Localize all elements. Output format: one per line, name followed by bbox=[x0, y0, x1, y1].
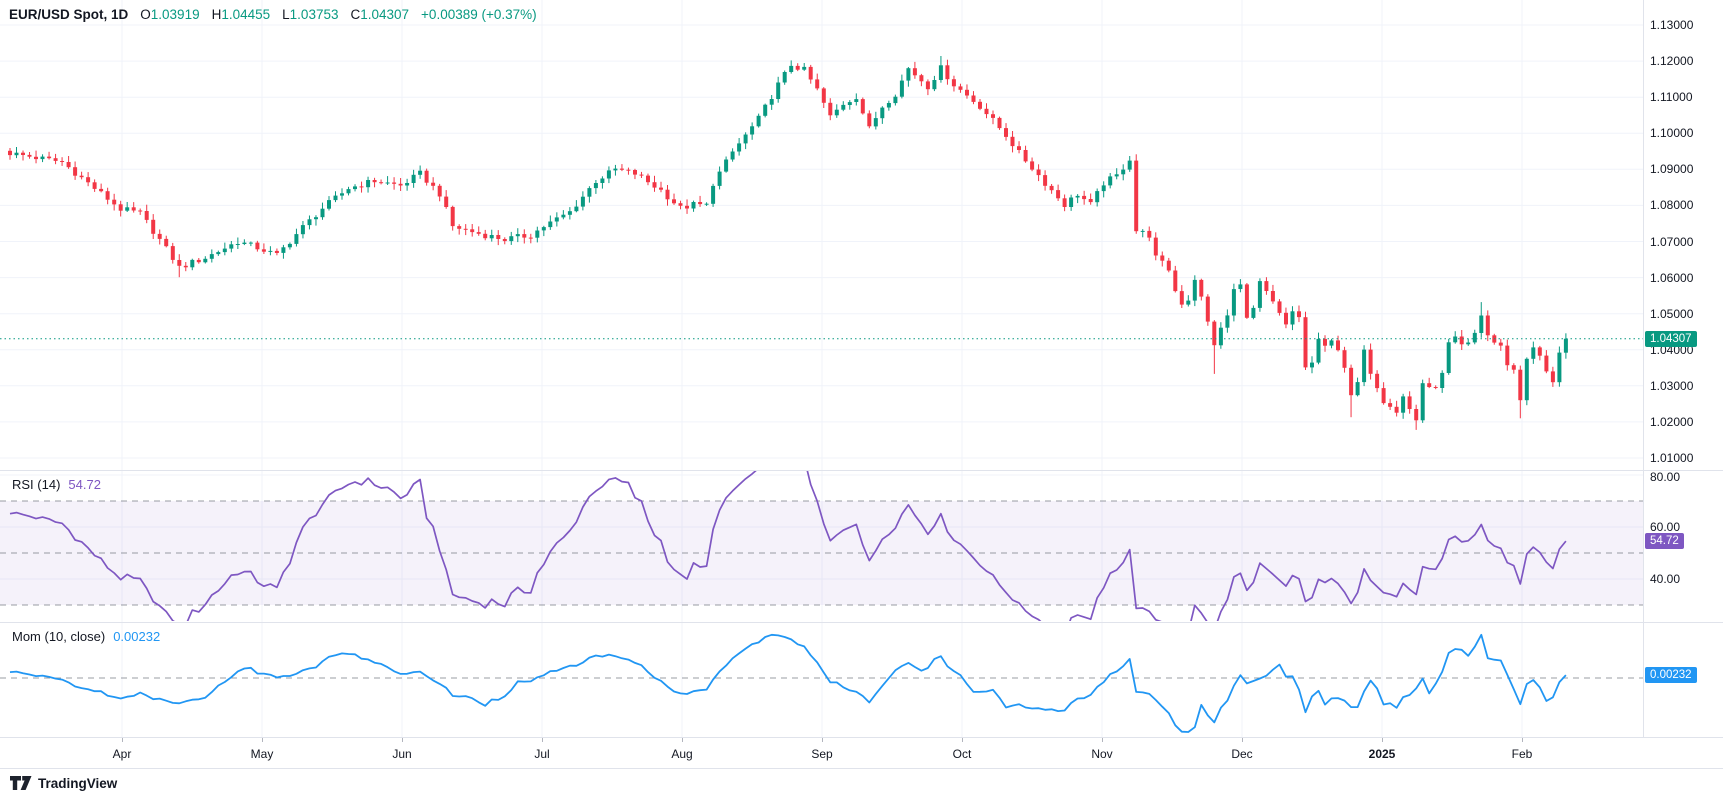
momentum-value: 0.00232 bbox=[113, 629, 160, 644]
time-axis-label: Aug bbox=[671, 747, 692, 761]
price-axis-label: 1.03000 bbox=[1650, 379, 1693, 393]
time-axis-tick bbox=[682, 738, 683, 742]
ohlc-open: O1.03919 bbox=[140, 7, 199, 22]
chart-plot-area[interactable] bbox=[0, 0, 1643, 737]
ohlc-low: L1.03753 bbox=[282, 7, 338, 22]
time-axis-tick bbox=[402, 738, 403, 742]
price-axis-label: 1.06000 bbox=[1650, 271, 1693, 285]
last-price-badge: 1.04307 bbox=[1645, 331, 1697, 347]
tradingview-chart: EUR/USD Spot, 1D O1.03919 H1.04455 L1.03… bbox=[0, 0, 1723, 803]
rsi-axis-label: 40.00 bbox=[1650, 572, 1680, 586]
time-axis-tick bbox=[122, 738, 123, 742]
time-axis-label: Jul bbox=[534, 747, 549, 761]
time-axis-tick bbox=[962, 738, 963, 742]
time-axis-label: May bbox=[251, 747, 274, 761]
symbol-title[interactable]: EUR/USD Spot, 1D bbox=[9, 7, 128, 22]
time-axis-label: 2025 bbox=[1369, 747, 1396, 761]
price-axis-label: 1.09000 bbox=[1650, 162, 1693, 176]
time-axis-label: Jun bbox=[392, 747, 411, 761]
symbol-header[interactable]: EUR/USD Spot, 1D O1.03919 H1.04455 L1.03… bbox=[9, 7, 537, 22]
rsi-indicator-label[interactable]: RSI (14) 54.72 bbox=[12, 477, 101, 492]
price-axis-label: 1.02000 bbox=[1650, 415, 1693, 429]
tradingview-logo-text: TradingView bbox=[38, 776, 117, 791]
ohlc-close: C1.04307 bbox=[350, 7, 409, 22]
rsi-title: RSI (14) bbox=[12, 477, 60, 492]
momentum-line bbox=[10, 635, 1566, 732]
rsi-value: 54.72 bbox=[68, 477, 101, 492]
time-axis-label: Apr bbox=[113, 747, 132, 761]
price-scale[interactable]: 1.04307 54.72 0.00232 1.13000 1.12000 1.11… bbox=[1643, 0, 1723, 737]
time-axis-tick bbox=[822, 738, 823, 742]
price-axis-label: 1.05000 bbox=[1650, 307, 1693, 321]
time-axis-tick bbox=[1242, 738, 1243, 742]
time-axis-tick bbox=[1522, 738, 1523, 742]
footer-bar: TradingView bbox=[0, 768, 1723, 803]
rsi-value-badge: 54.72 bbox=[1645, 533, 1684, 549]
time-axis-label: Nov bbox=[1091, 747, 1112, 761]
time-axis-tick bbox=[542, 738, 543, 742]
tradingview-logo-icon bbox=[10, 776, 32, 791]
price-axis-label: 1.10000 bbox=[1650, 126, 1693, 140]
time-scale[interactable]: Apr May Jun Jul Aug Sep Oct Nov Dec 2025 Feb bbox=[0, 737, 1723, 769]
pane-separator-rsi-mom[interactable] bbox=[0, 622, 1723, 623]
rsi-axis-label: 80.00 bbox=[1650, 470, 1680, 484]
time-axis-label: Feb bbox=[1512, 747, 1533, 761]
price-axis-label: 1.13000 bbox=[1650, 18, 1693, 32]
price-axis-label: 1.01000 bbox=[1650, 451, 1693, 465]
price-axis-label: 1.08000 bbox=[1650, 198, 1693, 212]
change-value: +0.00389 (+0.37%) bbox=[421, 7, 537, 22]
time-axis-label: Oct bbox=[953, 747, 972, 761]
tradingview-logo[interactable]: TradingView bbox=[10, 776, 117, 791]
rsi-axis-label: 60.00 bbox=[1650, 520, 1680, 534]
time-axis-tick bbox=[262, 738, 263, 742]
time-axis-tick bbox=[1102, 738, 1103, 742]
momentum-value-badge: 0.00232 bbox=[1645, 667, 1697, 683]
price-axis-label: 1.11000 bbox=[1650, 90, 1693, 104]
ohlc-high: H1.04455 bbox=[212, 7, 271, 22]
price-axis-label: 1.07000 bbox=[1650, 235, 1693, 249]
momentum-title: Mom (10, close) bbox=[12, 629, 105, 644]
pane-separator-price-rsi[interactable] bbox=[0, 470, 1723, 471]
time-axis-label: Dec bbox=[1231, 747, 1252, 761]
momentum-indicator-label[interactable]: Mom (10, close) 0.00232 bbox=[12, 629, 160, 644]
price-axis-label: 1.12000 bbox=[1650, 54, 1693, 68]
time-axis-label: Sep bbox=[811, 747, 832, 761]
candlestick-series bbox=[8, 56, 1568, 430]
time-axis-tick bbox=[1382, 738, 1383, 742]
